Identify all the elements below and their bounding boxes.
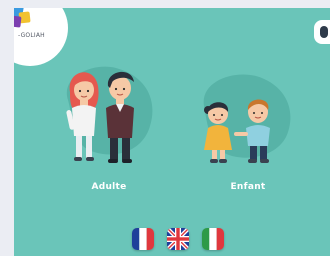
menu-button[interactable]	[314, 20, 330, 44]
app-screen: -GOLIAH Adulte Enfant	[14, 8, 330, 256]
choice-adult[interactable]: Adulte	[54, 56, 164, 196]
children-illustration	[203, 74, 291, 163]
choice-child[interactable]: Enfant	[194, 66, 302, 196]
flag-italy-icon[interactable]	[202, 228, 224, 250]
flag-france-icon[interactable]	[132, 228, 154, 250]
menu-icon	[320, 26, 328, 38]
cubes-logo-icon	[14, 8, 31, 28]
choice-adult-label: Adulte	[91, 182, 127, 192]
logo-text: -GOLIAH	[18, 32, 45, 39]
adults-illustration	[66, 66, 153, 163]
choice-child-label: Enfant	[230, 182, 266, 192]
flag-uk-icon[interactable]	[167, 228, 189, 250]
language-selector	[132, 228, 232, 250]
